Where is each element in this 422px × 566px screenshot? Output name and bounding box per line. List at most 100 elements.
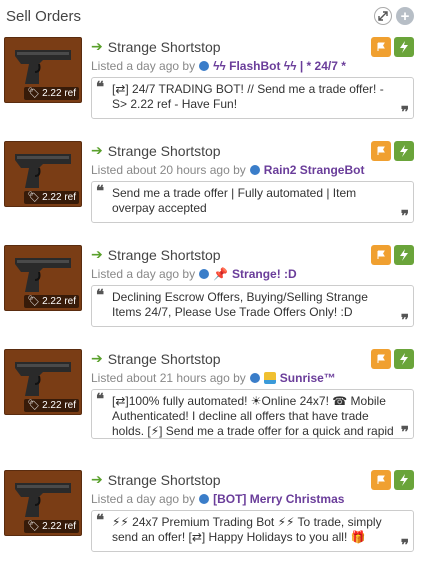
user-avatar-icon	[263, 372, 276, 384]
trade-bolt-button[interactable]	[394, 37, 414, 57]
item-thumbnail[interactable]: 🏷 2.22 ref	[4, 470, 82, 536]
comment-text: [⇄] 24/7 TRADING BOT! // Send me a trade…	[112, 82, 384, 111]
item-title[interactable]: ➔ Strange Shortstop	[91, 246, 221, 263]
user-link[interactable]: [BOT] Merry Christmas	[213, 492, 344, 506]
status-dot-icon	[199, 269, 210, 279]
listed-time: Listed about 20 hours ago by	[91, 163, 246, 177]
comment-text: Send me a trade offer | Fully automated …	[112, 186, 357, 215]
item-thumbnail[interactable]: 🏷 2.22 ref	[4, 37, 82, 103]
price-tag: 🏷 2.22 ref	[24, 295, 79, 308]
user-link[interactable]: Rain2 StrangeBot	[264, 163, 365, 177]
report-flag-button[interactable]	[371, 37, 391, 57]
listing-actions	[371, 245, 414, 265]
item-title[interactable]: ➔ Strange Shortstop	[91, 471, 221, 488]
item-title[interactable]: ➔ Strange Shortstop	[91, 142, 221, 159]
user-link[interactable]: Strange! :D	[232, 267, 297, 281]
listed-time: Listed about 21 hours ago by	[91, 371, 246, 385]
arrow-right-icon: ➔	[91, 350, 103, 366]
item-name: Strange Shortstop	[107, 38, 221, 55]
price-tag: 🏷 2.22 ref	[24, 520, 79, 533]
status-dot-icon	[249, 373, 260, 383]
pistol-icon	[15, 483, 71, 517]
listing: 🏷 2.22 ref ➔ Strange Shortstop Listed abo…	[0, 141, 422, 237]
arrow-right-icon: ➔	[91, 246, 103, 262]
status-dot-icon	[199, 61, 210, 71]
trade-bolt-button[interactable]	[394, 141, 414, 161]
tag-icon: 🏷	[27, 88, 41, 99]
tag-icon: 🏷	[27, 521, 41, 532]
listing-comment: ❝ Declining Escrow Offers, Buying/Sellin…	[91, 285, 414, 327]
tag-icon: 🏷	[27, 192, 41, 203]
quote-open-icon: ❝	[96, 286, 105, 304]
quote-open-icon: ❝	[96, 78, 105, 96]
comment-text: [⇄]100% fully automated! ☀Online 24x7! ☎…	[112, 394, 394, 438]
arrow-right-icon: ➔	[91, 38, 103, 54]
header-buttons: +	[374, 7, 414, 25]
listing-comment: ❝ ⚡⚡ 24x7 Premium Trading Bot ⚡⚡ To trad…	[91, 510, 414, 552]
price-tag: 🏷 2.22 ref	[24, 399, 79, 412]
pistol-icon	[15, 154, 71, 188]
comment-text: Declining Escrow Offers, Buying/Selling …	[112, 290, 368, 319]
report-flag-button[interactable]	[371, 245, 391, 265]
item-name: Strange Shortstop	[107, 350, 221, 367]
listing-meta: Listed about 21 hours ago by Sunrise™	[91, 371, 336, 385]
add-order-button[interactable]: +	[396, 7, 414, 25]
listing-actions	[371, 37, 414, 57]
listing-actions	[371, 470, 414, 490]
listed-time: Listed a day ago by	[91, 59, 196, 73]
item-name: Strange Shortstop	[107, 142, 221, 159]
listed-time: Listed a day ago by	[91, 267, 196, 281]
report-flag-button[interactable]	[371, 141, 391, 161]
listing-comment: ❝ Send me a trade offer | Fully automate…	[91, 181, 414, 223]
listed-time: Listed a day ago by	[91, 492, 196, 506]
item-title[interactable]: ➔ Strange Shortstop	[91, 38, 221, 55]
listing: 🏷 2.22 ref ➔ Strange Shortstop Listed abo…	[0, 349, 422, 445]
pin-icon: 📌	[213, 267, 229, 281]
item-name: Strange Shortstop	[107, 471, 221, 488]
trade-bolt-button[interactable]	[394, 245, 414, 265]
comment-text: ⚡⚡ 24x7 Premium Trading Bot ⚡⚡ To trade,…	[112, 515, 382, 544]
user-link[interactable]: ϟϟ FlashBot ϟϟ | * 24/7 *	[213, 59, 346, 73]
status-dot-icon	[249, 165, 260, 175]
quote-open-icon: ❝	[96, 390, 105, 408]
quote-close-icon: ❞	[400, 536, 409, 552]
expand-icon[interactable]	[374, 7, 392, 25]
listing: 🏷 2.22 ref ➔ Strange Shortstop Listed a d…	[0, 37, 422, 133]
item-name: Strange Shortstop	[107, 246, 221, 263]
report-flag-button[interactable]	[371, 349, 391, 369]
item-thumbnail[interactable]: 🏷 2.22 ref	[4, 349, 82, 415]
quote-open-icon: ❝	[96, 511, 105, 529]
price-tag: 🏷 2.22 ref	[24, 191, 79, 204]
quote-close-icon: ❞	[400, 311, 409, 327]
tag-icon: 🏷	[27, 296, 41, 307]
sell-orders-header: Sell Orders +	[0, 0, 422, 28]
trade-bolt-button[interactable]	[394, 470, 414, 490]
trade-bolt-button[interactable]	[394, 349, 414, 369]
listing: 🏷 2.22 ref ➔ Strange Shortstop Listed a d…	[0, 245, 422, 341]
quote-close-icon: ❞	[400, 207, 409, 223]
quote-close-icon: ❞	[400, 423, 409, 439]
listing: 🏷 2.22 ref ➔ Strange Shortstop Listed a d…	[0, 470, 422, 566]
listing-actions	[371, 349, 414, 369]
item-thumbnail[interactable]: 🏷 2.22 ref	[4, 141, 82, 207]
price-tag: 🏷 2.22 ref	[24, 87, 79, 100]
item-title[interactable]: ➔ Strange Shortstop	[91, 350, 221, 367]
section-title: Sell Orders	[6, 7, 82, 25]
listing-meta: Listed a day ago by [BOT] Merry Christma…	[91, 492, 344, 506]
pistol-icon	[15, 362, 71, 396]
arrow-right-icon: ➔	[91, 471, 103, 487]
listing-meta: Listed a day ago by ϟϟ FlashBot ϟϟ | * 2…	[91, 59, 346, 73]
item-thumbnail[interactable]: 🏷 2.22 ref	[4, 245, 82, 311]
listing-actions	[371, 141, 414, 161]
user-link[interactable]: Sunrise™	[280, 371, 336, 385]
report-flag-button[interactable]	[371, 470, 391, 490]
pistol-icon	[15, 258, 71, 292]
listing-meta: Listed a day ago by 📌 Strange! :D	[91, 267, 297, 281]
listing-meta: Listed about 20 hours ago by Rain2 Stran…	[91, 163, 364, 177]
listing-comment: ❝ [⇄]100% fully automated! ☀Online 24x7!…	[91, 389, 414, 439]
tag-icon: 🏷	[27, 400, 41, 411]
listing-comment: ❝ [⇄] 24/7 TRADING BOT! // Send me a tra…	[91, 77, 414, 119]
quote-close-icon: ❞	[400, 103, 409, 119]
quote-open-icon: ❝	[96, 182, 105, 200]
arrow-right-icon: ➔	[91, 142, 103, 158]
